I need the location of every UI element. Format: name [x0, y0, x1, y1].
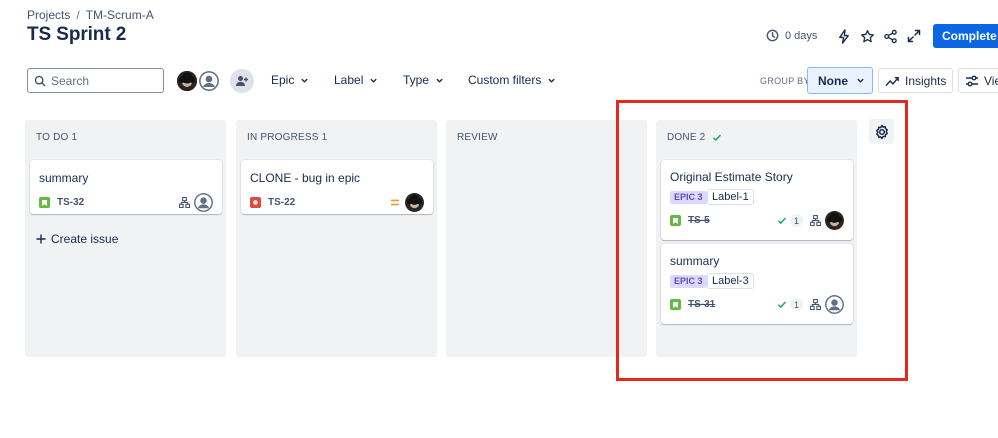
chevron-down-icon: [301, 78, 309, 83]
highlight-annotation-box: [616, 100, 908, 381]
complete-sprint-button[interactable]: Complete s: [933, 24, 998, 48]
story-icon: [39, 197, 50, 208]
group-by-value: None: [818, 73, 848, 88]
search-icon: [34, 75, 46, 86]
insights-icon: [885, 76, 899, 86]
view-settings-button[interactable]: Vie: [958, 68, 998, 93]
assignee-avatar[interactable]: [405, 193, 424, 212]
avatar-user-1[interactable]: [175, 69, 199, 93]
breadcrumb: Projects / TM-Scrum-A: [27, 8, 154, 22]
bug-icon: [250, 197, 261, 208]
group-by-label: GROUP BY: [760, 76, 810, 86]
search-input[interactable]: [51, 73, 151, 88]
create-issue-label: Create issue: [51, 232, 119, 246]
breadcrumb-project[interactable]: TM-Scrum-A: [86, 8, 154, 22]
star-icon: [860, 29, 874, 42]
plus-icon: [36, 234, 46, 244]
card-summary: summary: [39, 171, 89, 185]
column-in-progress: IN PROGRESS 1 CLONE - bug in epic TS-22: [236, 120, 437, 357]
assignee-avatar[interactable]: [194, 193, 213, 212]
filter-custom[interactable]: Custom filters: [468, 73, 556, 87]
insights-label: Insights: [905, 73, 947, 88]
issue-key[interactable]: TS-22: [268, 197, 295, 208]
automation-button[interactable]: [835, 27, 853, 45]
lightning-icon: [839, 28, 849, 44]
add-people-button[interactable]: [230, 69, 254, 93]
add-people-icon: [236, 76, 248, 86]
filter-label-label: Label: [334, 73, 364, 87]
breadcrumb-projects[interactable]: Projects: [27, 8, 70, 22]
search-box[interactable]: [27, 68, 164, 93]
group-by-select[interactable]: None: [807, 67, 873, 94]
view-settings-label: Vie: [984, 73, 998, 88]
days-remaining-text: 0 days: [785, 29, 818, 42]
chevron-down-icon: [548, 78, 556, 83]
filter-type[interactable]: Type: [403, 73, 444, 87]
chevron-down-icon: [370, 78, 378, 83]
filter-custom-label: Custom filters: [468, 73, 542, 87]
default-avatar-icon: [199, 71, 219, 91]
issue-card-ts-22[interactable]: CLONE - bug in epic TS-22: [241, 160, 433, 214]
view-settings-icon: [966, 75, 978, 86]
filter-type-label: Type: [403, 73, 430, 87]
column-title: REVIEW: [457, 132, 498, 143]
chevron-down-icon: [857, 78, 864, 83]
star-button[interactable]: [858, 27, 876, 45]
insights-button[interactable]: Insights: [878, 68, 953, 93]
fullscreen-button[interactable]: [905, 27, 923, 45]
fullscreen-icon: [907, 29, 921, 43]
default-avatar-icon: [194, 193, 213, 212]
filter-epic-label: Epic: [271, 73, 295, 87]
column-title: TO DO 1: [36, 132, 78, 143]
column-title: IN PROGRESS 1: [247, 132, 328, 143]
card-summary: CLONE - bug in epic: [250, 171, 361, 185]
priority-medium-icon: [391, 199, 399, 206]
chevron-down-icon: [436, 78, 443, 83]
issue-card-ts-32[interactable]: summary TS-32: [30, 160, 222, 214]
user-photo-avatar: [405, 193, 424, 212]
page-title: TS Sprint 2: [27, 24, 127, 45]
column-todo: TO DO 1 summary TS-32 Create issue: [25, 120, 226, 357]
avatar-user-2[interactable]: [197, 69, 221, 93]
breadcrumb-separator: /: [76, 8, 80, 22]
share-button[interactable]: [881, 27, 899, 45]
sprint-time-remaining[interactable]: 0 days: [766, 29, 817, 42]
filter-label[interactable]: Label: [334, 73, 378, 87]
share-icon: [883, 29, 897, 43]
create-issue-button[interactable]: Create issue: [36, 232, 118, 246]
child-issues-icon: [179, 197, 190, 208]
clock-icon: [766, 29, 779, 42]
issue-key[interactable]: TS-32: [57, 197, 84, 208]
user-photo-avatar: [177, 71, 197, 91]
filter-epic[interactable]: Epic: [271, 73, 309, 87]
